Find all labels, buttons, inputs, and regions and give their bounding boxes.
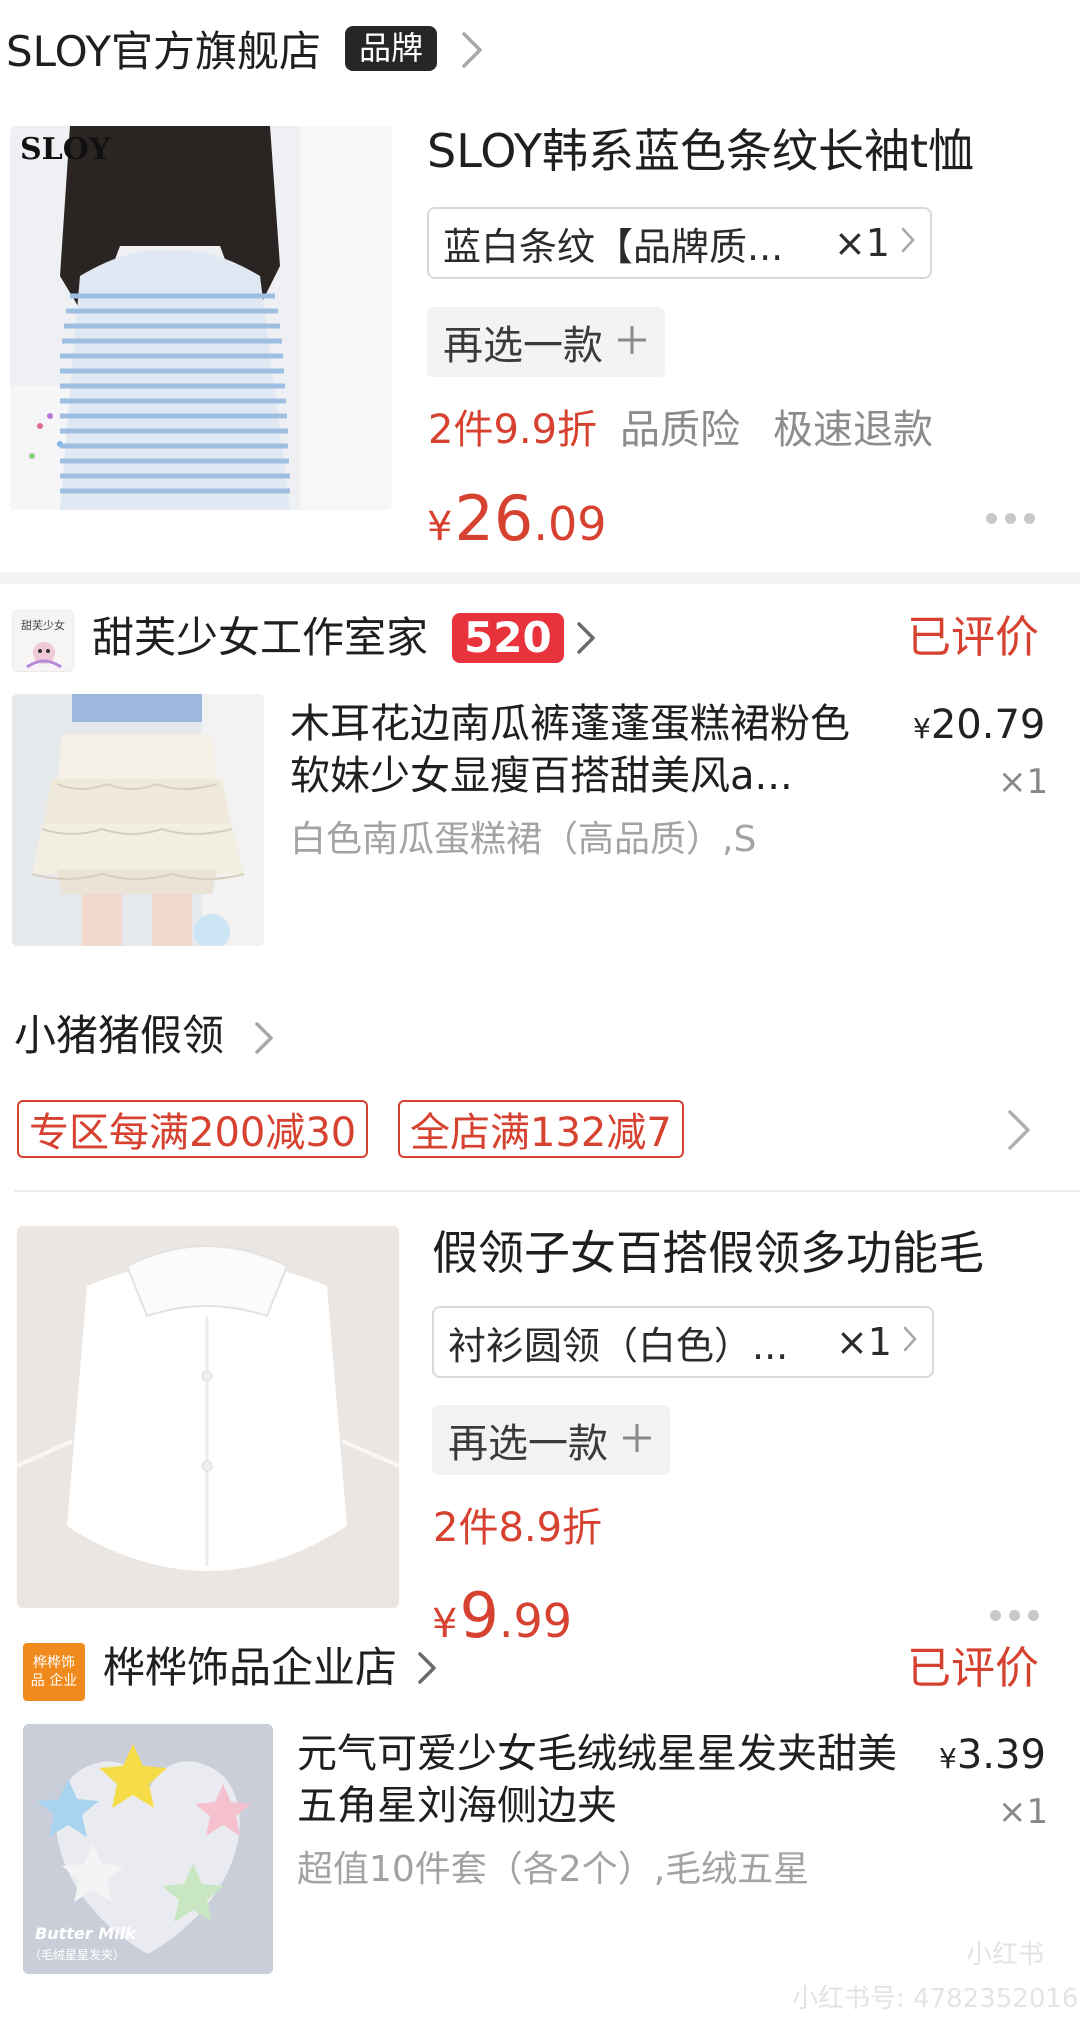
chevron-right-icon[interactable] xyxy=(253,1020,275,1063)
coupon-store[interactable]: 全店满132减7 xyxy=(398,1100,684,1158)
more-dots-icon[interactable] xyxy=(986,513,1035,524)
reselect-button[interactable]: 再选一款 xyxy=(427,307,665,377)
product-price: ¥ 9 .99 xyxy=(432,1579,573,1652)
product-title[interactable]: 假领子女百搭假领多功能毛 xyxy=(432,1230,984,1276)
review-status[interactable]: 已评价 xyxy=(907,1647,1039,1691)
store-name[interactable]: 桦桦饰品企业店 xyxy=(103,1647,397,1689)
520-badge: 520 xyxy=(452,613,564,664)
spec-text: 蓝白条纹【品牌质... xyxy=(443,224,784,269)
spec-selector[interactable]: 蓝白条纹【品牌质... ×1 xyxy=(427,207,932,279)
store-name[interactable]: 甜芙少女工作室家 xyxy=(92,617,428,659)
promo-discount: 2件8.9折 xyxy=(433,1505,603,1551)
product-title[interactable]: 元气可爱少女毛绒绒星星发夹甜美五角星刘海侧边夹 xyxy=(297,1728,907,1832)
product-image[interactable]: SLOY xyxy=(10,126,392,510)
promo-discount: 2件9.9折 xyxy=(428,407,598,453)
brand-tag: 品牌 xyxy=(345,26,438,71)
product-title[interactable]: 木耳花边南瓜裤蓬蓬蛋糕裙粉色软妹少女显瘦百搭甜美风a... xyxy=(290,698,870,802)
spec-text: 白色南瓜蛋糕裙（高品质）,S xyxy=(290,819,757,860)
product-image-subtext: （毛绒星星发夹） xyxy=(29,1948,126,1962)
product-image[interactable] xyxy=(17,1226,399,1608)
coupon-zone[interactable]: 专区每满200减30 xyxy=(17,1100,369,1158)
product-image-brand-text: SLOY xyxy=(20,132,111,167)
chevron-right-icon[interactable] xyxy=(460,30,484,77)
store-logo[interactable]: 甜芙少女 xyxy=(12,610,74,672)
section-divider xyxy=(0,572,1080,584)
store-logo[interactable]: 桦桦饰品 企业 xyxy=(23,1643,85,1701)
product-price: ¥ 26 .09 xyxy=(427,482,607,555)
plus-icon xyxy=(615,317,649,368)
reselect-button[interactable]: 再选一款 xyxy=(432,1405,670,1475)
plus-icon xyxy=(620,1415,654,1466)
spec-text: 衬衫圆领（白色）... xyxy=(448,1323,789,1368)
store-name[interactable]: 小猪猪假领 xyxy=(14,1015,224,1057)
watermark-id: 小红书号: 4782352016 xyxy=(792,1984,1079,2014)
chevron-right-icon[interactable] xyxy=(575,620,597,663)
quantity: ×1 xyxy=(998,762,1049,802)
chevron-right-icon xyxy=(900,223,916,263)
chevron-right-icon[interactable] xyxy=(1006,1108,1032,1159)
watermark-app: 小红书 xyxy=(966,1940,1045,1970)
reselect-label: 再选一款 xyxy=(448,1421,608,1467)
product-title[interactable]: SLOY韩系蓝色条纹长袖t恤 xyxy=(427,128,974,174)
quantity: ×1 xyxy=(998,1792,1049,1832)
spec-text: 超值10件套（各2个）,毛绒五星 xyxy=(297,1849,810,1890)
promo-fast-refund: 极速退款 xyxy=(773,407,933,453)
promo-insurance: 品质险 xyxy=(620,407,740,453)
more-dots-icon[interactable] xyxy=(990,1610,1039,1621)
product-image[interactable] xyxy=(12,694,264,946)
coupon-divider xyxy=(14,1190,1080,1192)
product-price: ¥20.79 xyxy=(913,702,1046,748)
store-name[interactable]: SLOY官方旗舰店 xyxy=(6,31,321,73)
product-image-brand-text: Butter Milk xyxy=(35,1924,136,1943)
chevron-right-icon[interactable] xyxy=(416,1650,438,1693)
review-status[interactable]: 已评价 xyxy=(907,616,1039,660)
chevron-right-icon xyxy=(902,1322,918,1362)
product-image[interactable]: Butter Milk （毛绒星星发夹） xyxy=(23,1724,273,1974)
quantity: ×1 xyxy=(833,221,890,265)
reselect-label: 再选一款 xyxy=(443,323,603,369)
product-price: ¥3.39 xyxy=(939,1732,1046,1778)
quantity: ×1 xyxy=(835,1320,892,1364)
spec-selector[interactable]: 衬衫圆领（白色）... ×1 xyxy=(432,1306,934,1378)
